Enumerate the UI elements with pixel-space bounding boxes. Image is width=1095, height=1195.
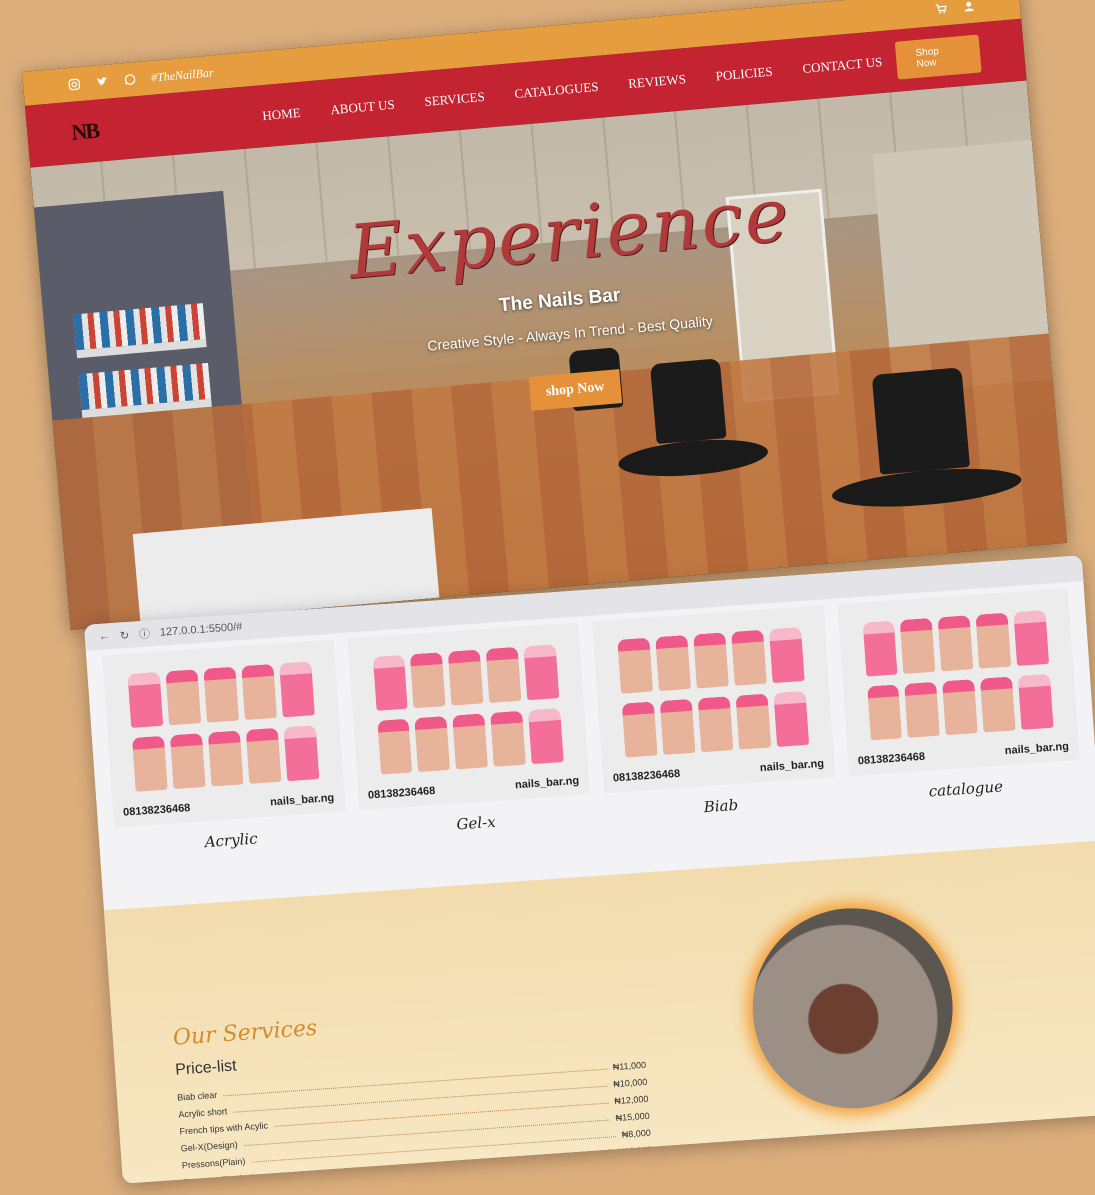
nails-row — [127, 661, 315, 728]
hero-salon-chair — [649, 358, 727, 445]
nav-item-services[interactable]: SERVICES — [424, 89, 486, 110]
product-card-gel-x[interactable]: 08138236468 nails_bar.ng Gel-x — [347, 622, 592, 841]
product-contact: 08138236468 nails_bar.ng — [857, 741, 1069, 768]
hashtag-label: #TheNailBar — [150, 64, 214, 85]
hero-page-screenshot: #TheNailBar NB HOME ABOUT US SERVICES CA… — [22, 0, 1068, 630]
services-section: Our Services Price-list Biab clear ₦11,00… — [103, 840, 1095, 1184]
instagram-handle: nails_bar.ng — [269, 791, 335, 809]
nav-item-contact-us[interactable]: CONTACT US — [802, 54, 883, 77]
instagram-icon[interactable] — [67, 77, 82, 92]
product-contact: 08138236468 nails_bar.ng — [613, 758, 825, 785]
nav-item-reviews[interactable]: REVIEWS — [628, 71, 687, 92]
nav-item-home[interactable]: HOME — [262, 105, 302, 124]
product-label[interactable]: catalogue — [850, 772, 1082, 806]
nails-row — [862, 609, 1050, 677]
product-image[interactable]: 08138236468 nails_bar.ng — [347, 622, 591, 811]
nails-row — [376, 707, 564, 775]
shop-now-button[interactable]: Shop Now — [894, 34, 982, 80]
services-heading: Our Services — [172, 1015, 318, 1051]
product-label[interactable]: Acrylic — [115, 823, 347, 857]
user-icon[interactable] — [961, 0, 976, 14]
hero-salon-chair — [871, 367, 971, 475]
url-bar[interactable]: 127.0.0.1:5500/# — [160, 621, 243, 639]
nav-item-policies[interactable]: POLICIES — [715, 64, 773, 85]
nav-item-catalogues[interactable]: CATALOGUES — [514, 79, 599, 102]
product-image[interactable]: 08138236468 nails_bar.ng — [102, 639, 346, 828]
service-price: ₦8,000 — [621, 1127, 652, 1140]
phone-number: 08138236468 — [122, 802, 191, 819]
nails-row — [621, 690, 809, 758]
product-card-acrylic[interactable]: 08138236468 nails_bar.ng Acrylic — [102, 639, 347, 858]
product-card-catalogue[interactable]: 08138236468 nails_bar.ng catalogue — [836, 588, 1082, 806]
reload-icon[interactable]: ↻ — [119, 628, 129, 642]
hero-section: Experience The Nails Bar Creative Style … — [30, 80, 1068, 630]
instagram-handle: nails_bar.ng — [514, 774, 580, 792]
instagram-handle: nails_bar.ng — [1004, 740, 1070, 758]
price-list-title: Price-list — [174, 1057, 238, 1079]
phone-number: 08138236468 — [367, 784, 436, 802]
instagram-handle: nails_bar.ng — [759, 757, 825, 775]
nails-row — [866, 673, 1054, 741]
nails-row — [372, 644, 560, 711]
product-label[interactable]: Biab — [605, 789, 837, 823]
service-price: min ₦10,000 — [600, 1144, 653, 1159]
hero-title: The Nails Bar — [498, 284, 622, 317]
nails-row — [131, 725, 319, 792]
catalogue-page-screenshot: ← ↻ ⓘ 127.0.0.1:5500/# 08138236468 nails… — [84, 555, 1095, 1184]
twitter-icon[interactable] — [95, 74, 110, 89]
price-list: Biab clear ₦11,000 Acrylic short ₦10,000 F… — [176, 1053, 652, 1184]
hero-subtitle: Creative Style - Always In Trend - Best … — [426, 312, 714, 354]
whatsapp-icon[interactable] — [122, 72, 137, 87]
nails-row — [617, 627, 805, 694]
nav-item-about-us[interactable]: ABOUT US — [330, 97, 396, 119]
cart-icon[interactable] — [933, 1, 948, 16]
product-contact: 08138236468 nails_bar.ng — [123, 792, 335, 819]
product-label[interactable]: Gel-x — [360, 806, 592, 840]
info-icon: ⓘ — [138, 628, 151, 642]
nails-hand-photo — [745, 901, 960, 1116]
phone-number: 08138236468 — [612, 767, 681, 785]
product-contact: 08138236468 nails_bar.ng — [368, 775, 580, 802]
service-name: Pressons(Design) — [182, 1172, 255, 1184]
product-card-biab[interactable]: 08138236468 nails_bar.ng Biab — [591, 605, 837, 823]
product-image[interactable]: 08138236468 nails_bar.ng — [591, 605, 835, 794]
back-icon[interactable]: ← — [98, 630, 110, 643]
phone-number: 08138236468 — [857, 750, 926, 768]
product-image[interactable]: 08138236468 nails_bar.ng — [836, 588, 1080, 777]
site-logo[interactable]: NB — [70, 103, 263, 146]
